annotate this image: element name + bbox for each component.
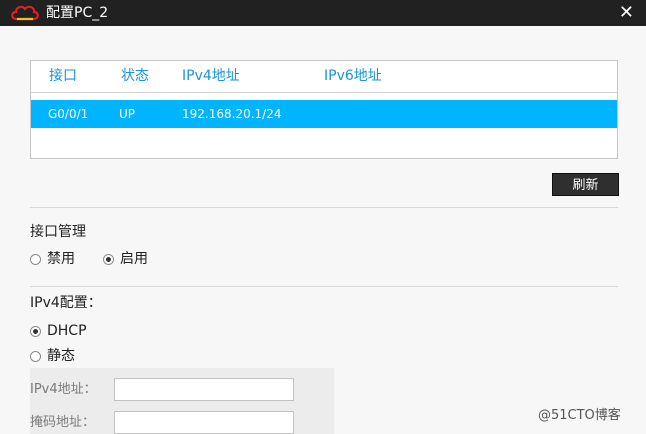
mask-address-input[interactable]: [114, 411, 294, 434]
column-header-ipv4[interactable]: IPv4地址: [182, 68, 240, 85]
radio-disable-label[interactable]: 禁用: [47, 250, 75, 268]
radio-dhcp[interactable]: [30, 326, 41, 337]
window-title: 配置PC_2: [46, 5, 109, 21]
title-bar: 配置PC_2 ✕: [0, 0, 646, 26]
cloud-logo-icon: [11, 5, 39, 21]
interface-table: 接口 状态 IPv4地址 IPv6地址 G0/0/1 UP 192.168.20…: [30, 60, 618, 159]
column-header-interface[interactable]: 接口: [49, 68, 77, 85]
radio-enable[interactable]: [103, 254, 114, 265]
radio-disable[interactable]: [30, 254, 41, 265]
ipv4-address-label: IPv4地址：: [30, 382, 97, 397]
table-header: 接口 状态 IPv4地址 IPv6地址: [31, 61, 617, 93]
watermark: @51CTO博客: [538, 408, 621, 423]
cell-interface: G0/0/1: [48, 107, 89, 121]
ipv4-address-input[interactable]: [114, 378, 294, 401]
column-header-ipv6[interactable]: IPv6地址: [324, 68, 382, 85]
divider: [30, 286, 618, 287]
cell-status: UP: [119, 107, 136, 121]
interface-management-label: 接口管理: [30, 224, 86, 240]
refresh-button[interactable]: 刷新: [552, 173, 619, 196]
radio-enable-label[interactable]: 启用: [120, 250, 148, 268]
mask-address-label: 掩码地址：: [30, 415, 96, 430]
column-header-status[interactable]: 状态: [121, 68, 149, 85]
divider: [30, 207, 618, 208]
ipv4-config-label: IPv4配置：: [30, 295, 102, 311]
close-icon[interactable]: ✕: [619, 2, 634, 24]
cell-ipv4: 192.168.20.1/24: [182, 107, 282, 121]
table-row[interactable]: G0/0/1 UP 192.168.20.1/24: [31, 100, 617, 128]
radio-static-label[interactable]: 静态: [47, 347, 75, 365]
radio-static[interactable]: [30, 351, 41, 362]
static-ip-panel: IPv4地址： 掩码地址：: [30, 368, 334, 434]
radio-dhcp-label[interactable]: DHCP: [47, 322, 87, 340]
